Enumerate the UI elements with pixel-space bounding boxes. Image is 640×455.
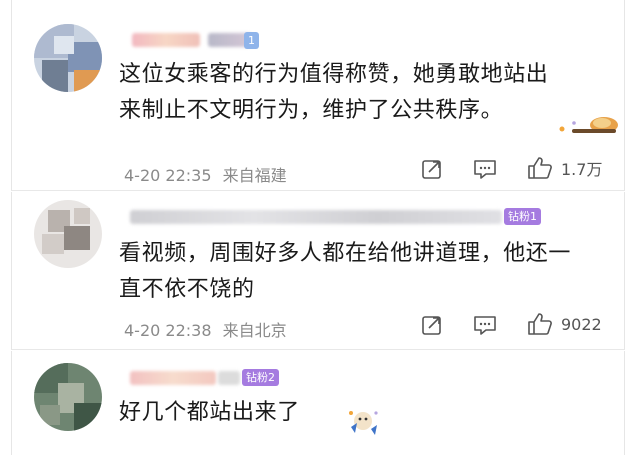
fan-badge: 钻粉1 <box>504 208 541 225</box>
comment-button[interactable] <box>473 314 497 336</box>
comment-icon <box>474 316 496 335</box>
comment-text: 这位女乘客的行为值得称赞，她勇敢地站出 <box>119 62 549 87</box>
thumbs-up-icon <box>528 157 552 179</box>
location: 来自福建 <box>222 166 287 185</box>
username-blurred <box>218 371 240 385</box>
fan-badge: 1 <box>244 32 259 49</box>
username-blurred[interactable] <box>130 210 502 224</box>
timestamp: 4-20 22:35 <box>124 166 212 185</box>
comment-card: 钻粉2 好几个都站出来了 <box>11 351 625 455</box>
username-blurred[interactable] <box>130 371 216 385</box>
comment-card: 钻粉1 看视频，周围好多人都在给他讲道理，他还一 直不依不饶的 4-20 22:… <box>11 192 625 350</box>
comment-icon <box>474 160 496 179</box>
comment-card: 1 这位女乘客的行为值得称赞，她勇敢地站出 来制止不文明行为，维护了公共秩序。 … <box>11 0 625 191</box>
avatar[interactable] <box>34 24 102 92</box>
username-blurred[interactable] <box>132 33 200 47</box>
like-button[interactable]: 1.7万 <box>527 156 602 180</box>
share-button[interactable] <box>421 314 443 336</box>
location: 来自北京 <box>222 321 287 340</box>
like-button[interactable]: 9022 <box>527 312 602 336</box>
fan-badge: 钻粉2 <box>242 369 279 386</box>
comment-text: 好几个都站出来了 <box>119 400 300 425</box>
share-button[interactable] <box>421 158 443 180</box>
sticker-icon <box>559 117 618 133</box>
avatar[interactable] <box>34 200 102 268</box>
timestamp: 4-20 22:38 <box>124 321 212 340</box>
like-count: 1.7万 <box>561 160 603 179</box>
comment-text: 来制止不文明行为，维护了公共秩序。 <box>119 98 504 123</box>
avatar[interactable] <box>34 363 102 431</box>
share-icon <box>422 160 441 179</box>
comment-text: 直不依不饶的 <box>119 277 255 302</box>
like-count: 9022 <box>561 314 602 334</box>
comment-text: 看视频，周围好多人都在给他讲道理，他还一 <box>119 241 572 266</box>
comment-button[interactable] <box>473 158 497 180</box>
sticker-icon <box>349 411 378 435</box>
share-icon <box>422 316 441 335</box>
thumbs-up-icon <box>528 313 552 335</box>
